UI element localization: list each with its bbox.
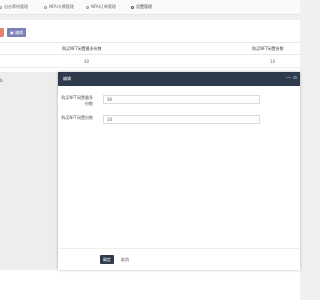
close-icon[interactable]: ck [293,75,298,80]
tab-circle-icon [86,5,89,9]
tab-label: 设置管理 [136,4,152,9]
tab-order-management[interactable]: NFAI订单管理 [86,3,116,11]
dialog-footer: 确定 取消 [58,248,300,271]
table-cell: 10 [270,59,276,64]
delete-button[interactable] [0,28,4,37]
field-label: 购买NFT闲置份数 [61,115,93,120]
dialog-title: 编辑 [63,76,71,81]
tab-label: NFAI订单管理 [91,4,116,9]
cancel-button[interactable]: 取消 [118,255,132,264]
edit-button-label: 编辑 [15,30,24,35]
shares-input[interactable] [103,115,260,124]
field-label: 购买NFT闲置最多份数 [61,95,93,106]
table-cell: 30 [84,59,90,64]
dialog-header: 编辑 — ck [58,72,300,86]
tab-settings[interactable]: 设置管理 [131,3,152,11]
tab-circle-icon [0,5,2,9]
column-header: 购买NFT闲置最多份数 [62,46,102,51]
table-header: 购买NFT闲置最多份数 购买NFT闲置份数 [0,42,300,55]
tab-circle-icon [44,5,47,9]
tab-label: NFAI卡牌管理 [49,4,74,9]
tab-wait-management[interactable]: 出击等待管理 [0,3,28,11]
edit-button[interactable]: ▣ 编辑 [7,28,27,37]
max-shares-input[interactable] [103,95,260,104]
tab-label: 出击等待管理 [4,4,28,9]
tab-card-management[interactable]: NFAI卡牌管理 [44,3,74,11]
edit-dialog: 编辑 — ck 购买NFT闲置最多份数 购买NFT闲置份数 确定 取消 [58,72,300,270]
confirm-button[interactable]: 确定 [100,255,114,264]
table-row[interactable]: 30 10 [0,56,300,68]
minimize-icon[interactable]: — [286,75,291,81]
tab-bar: 出击等待管理 NFAI卡牌管理 NFAI订单管理 设置管理 [0,0,300,15]
column-header: 购买NFT闲置份数 [252,46,284,51]
tab-circle-icon [131,5,134,9]
